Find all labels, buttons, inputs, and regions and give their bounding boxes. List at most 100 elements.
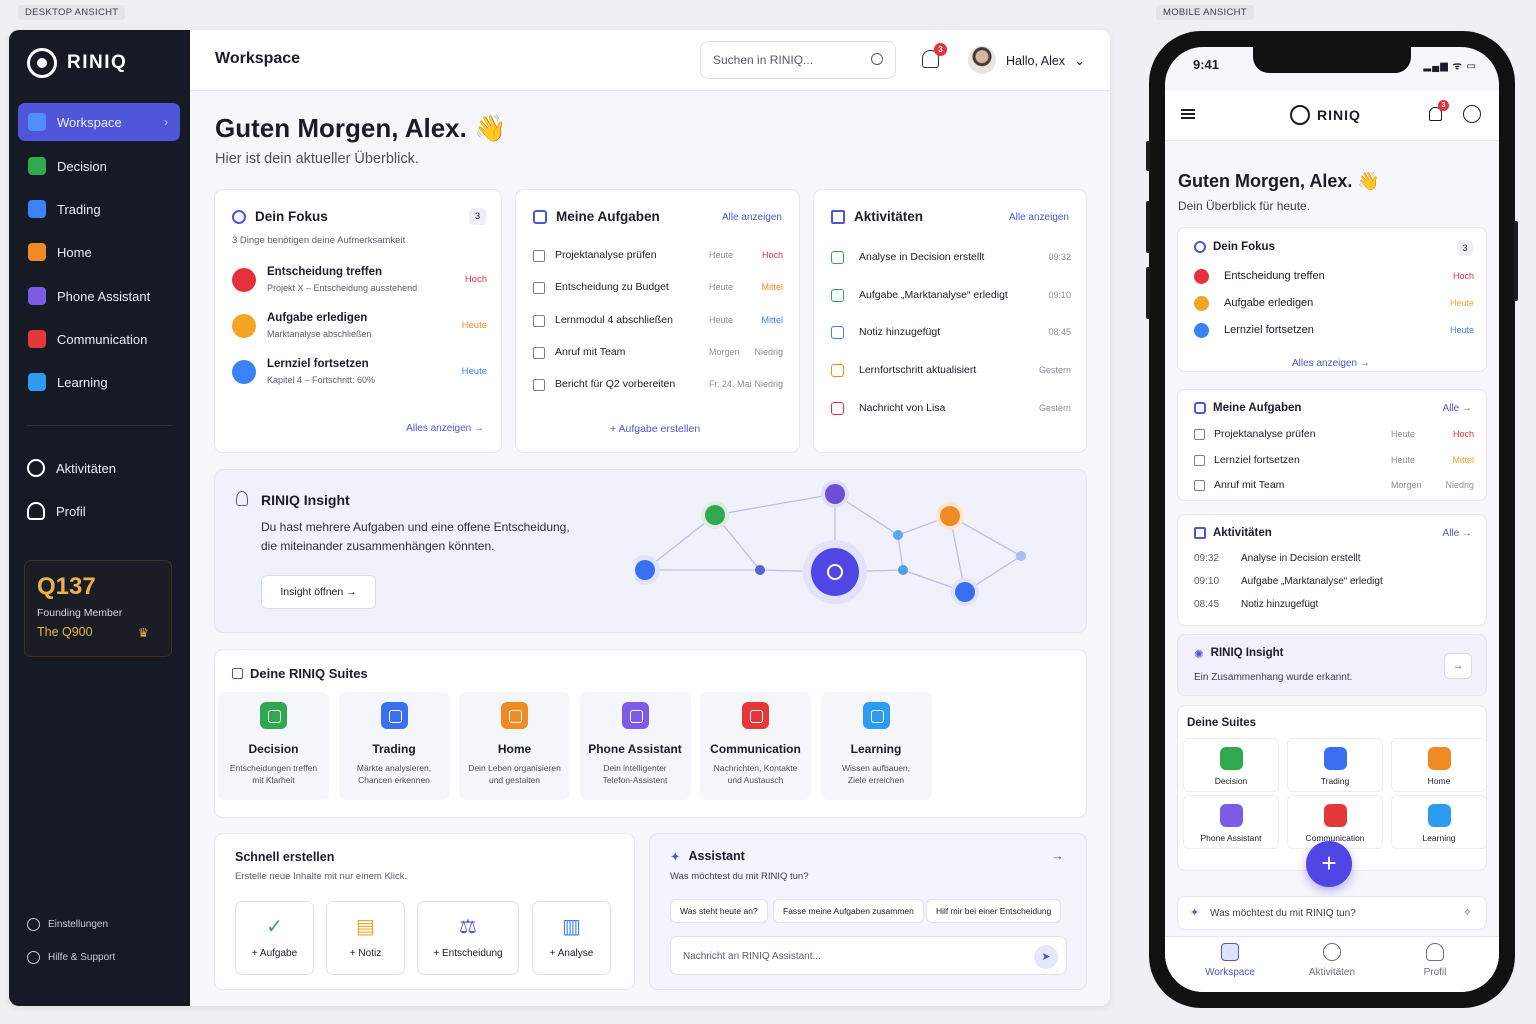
mobile-tab-bar: Workspace Aktivitäten Profil (1165, 936, 1499, 992)
mobile-suites-title: Deine Suites (1187, 717, 1257, 729)
mobile-focus-item[interactable]: Entscheidung treffen Hoch (1194, 269, 1474, 287)
quick-create-button[interactable]: ⚖ + Entscheidung (417, 901, 519, 975)
task-checkbox[interactable] (1194, 429, 1205, 440)
tab-aktivitaeten[interactable]: Aktivitäten (1292, 943, 1372, 978)
quick-create-button[interactable]: ▤ + Notiz (326, 901, 405, 975)
assistant-chip[interactable]: Was steht heute an? (670, 899, 768, 923)
focus-item[interactable]: Lernziel fortsetzen Kapitel 4 – Fortschri… (232, 356, 487, 396)
suite-tile-phone-assistant[interactable]: Phone Assistant Dein intelligenter Telefon… (579, 692, 691, 800)
activity-row[interactable]: Nachricht von Lisa Gestern (831, 401, 1071, 421)
assistant-chip[interactable]: Hilf mir bei einer Entscheidung (926, 899, 1062, 923)
mobile-suite-tile[interactable]: Decision (1183, 738, 1279, 792)
task-title[interactable]: Anruf mit Team (555, 346, 625, 358)
user-menu[interactable]: Hallo, Alex ⌄ (1006, 53, 1085, 68)
desktop-app: RINIQ Workspace › Decision Trading Home Phone… (9, 30, 1110, 1006)
avatar[interactable] (968, 46, 996, 74)
activity-row[interactable]: Analyse in Decision erstellt 09:32 (831, 250, 1071, 270)
brand-logo[interactable]: RINIQ (27, 48, 127, 78)
assistant-chip[interactable]: Fasse meine Aufgaben zusammen (773, 899, 924, 923)
activity-title: Nachricht von Lisa (859, 401, 946, 414)
focus-item[interactable]: Entscheidung treffen Projekt X – Entschei… (232, 264, 487, 304)
sidebar-item-aktivitaeten[interactable]: Aktivitäten (27, 459, 116, 477)
hamburger-menu-icon[interactable] (1181, 109, 1195, 119)
mobile-suite-tile[interactable]: Learning (1391, 795, 1487, 849)
task-title[interactable]: Lernziel fortsetzen (1214, 454, 1300, 466)
sidebar-item-label: Trading (57, 201, 101, 217)
mobile-insight-arrow-button[interactable]: → (1444, 653, 1472, 679)
sidebar-item-communication[interactable]: Communication (18, 320, 180, 358)
task-title[interactable]: Lernmodul 4 abschließen (555, 314, 673, 326)
quick-create-button[interactable]: ✓ + Aufgabe (235, 901, 314, 975)
fab-add-button[interactable]: + (1306, 841, 1352, 887)
tasks-show-all-link[interactable]: Alle anzeigen (722, 212, 782, 223)
tab-profil[interactable]: Profil (1395, 943, 1475, 978)
sidebar-item-workspace[interactable]: Workspace › (18, 103, 180, 141)
mobile-focus-item[interactable]: Aufgabe erledigen Heute (1194, 296, 1474, 314)
communication-icon (28, 330, 46, 348)
activity-row[interactable]: Notiz hinzugefügt 08:45 (831, 325, 1071, 345)
quick-create-button[interactable]: ▥ + Analyse (532, 901, 611, 975)
task-title[interactable]: Bericht für Q2 vorbereiten (555, 378, 675, 390)
focus-item-title: Entscheidung treffen (1224, 270, 1325, 282)
task-checkbox[interactable] (533, 282, 545, 295)
activity-row[interactable]: Lernfortschritt aktualisiert Gestern (831, 363, 1071, 383)
suite-tile-learning[interactable]: Learning Wissen aufbauen, Ziele erreichen (820, 692, 932, 800)
focus-item[interactable]: Aufgabe erledigen Marktanalyse abschließe… (232, 310, 487, 350)
task-checkbox[interactable] (1194, 454, 1205, 466)
insight-open-button[interactable]: Insight öffnen → (261, 575, 376, 609)
mobile-insight-card[interactable]: ✺ RINIQ Insight Ein Zusammenhang wurde er… (1177, 634, 1487, 696)
activity-row[interactable]: Aufgabe „Marktanalyse“ erledigt 09:10 (831, 288, 1071, 308)
task-title[interactable]: Projektanalyse prüfen (555, 249, 657, 261)
task-checkbox[interactable] (1194, 480, 1205, 491)
help-icon (27, 951, 40, 964)
mobile-tasks-card: Meine Aufgaben Alle → Projektanalyse prü… (1177, 389, 1487, 501)
suite-tile-communication[interactable]: Communication Nachrichten, Kontakte und Au… (700, 692, 811, 800)
focus-item-icon (1194, 323, 1209, 338)
activity-title: Lernfortschritt aktualisiert (859, 364, 977, 377)
mobile-ask-input[interactable]: ✦ Was möchtest du mit RINIQ tun? ✧ (1177, 896, 1487, 930)
create-task-link[interactable]: + Aufgabe erstellen (610, 423, 700, 435)
mobile-suite-tile[interactable]: Phone Assistant (1183, 795, 1279, 849)
task-checkbox[interactable] (533, 250, 545, 262)
task-title[interactable]: Entscheidung zu Budget (555, 281, 669, 293)
assistant-message-input[interactable]: Nachricht an RINIQ Assistant... ➤ (670, 936, 1067, 975)
sidebar-item-profil[interactable]: Profil (27, 502, 86, 520)
tab-workspace[interactable]: Workspace (1190, 943, 1270, 978)
suite-name: Decision (1214, 776, 1248, 786)
task-checkbox[interactable] (533, 346, 545, 359)
send-icon[interactable]: ➤ (1034, 945, 1058, 969)
mobile-tasks-show-all[interactable]: Alle → (1443, 403, 1472, 414)
profile-icon[interactable] (1463, 105, 1481, 123)
assistant-open-arrow-icon[interactable]: → (1051, 848, 1064, 863)
mobile-activity-row[interactable]: 09:32 Analyse in Decision erstellt (1194, 553, 1474, 571)
task-checkbox[interactable] (533, 379, 545, 392)
sidebar-item-decision[interactable]: Decision (18, 147, 180, 185)
settings-link[interactable]: Einstellungen (27, 918, 108, 931)
sidebar-item-trading[interactable]: Trading (18, 190, 180, 228)
mobile-suite-tile[interactable]: Trading (1287, 738, 1383, 792)
member-card[interactable]: Q137 Founding Member The Q900 ♛ (24, 560, 172, 657)
suite-tile-trading[interactable]: Trading Märkte analysieren, Chancen erkenn… (338, 692, 450, 800)
suite-tile-home[interactable]: Home Dein Leben organisieren und gestalten (459, 692, 570, 800)
activity-time: Gestern (1038, 365, 1071, 376)
mobile-focus-item[interactable]: Lernziel fortsetzen Heute (1194, 323, 1474, 341)
sidebar-item-learning[interactable]: Learning (18, 363, 180, 401)
suite-tile-decision[interactable]: Decision Entscheidungen treffen mit Klarhe… (218, 692, 329, 800)
task-title[interactable]: Anruf mit Team (1214, 479, 1284, 491)
mobile-activity-row[interactable]: 09:10 Aufgabe „Marktanalyse“ erledigt (1194, 576, 1474, 594)
help-link[interactable]: Hilfe & Support (27, 951, 115, 964)
task-title[interactable]: Projektanalyse prüfen (1214, 428, 1316, 440)
task-checkbox[interactable] (533, 314, 545, 327)
activity-type-icon (831, 364, 844, 378)
mobile-activity-row[interactable]: 08:45 Notiz hinzugefügt (1194, 599, 1474, 617)
sidebar-item-phone-assistant[interactable]: Phone Assistant (18, 277, 180, 315)
assistant-panel: ✦ Assistant → Was möchtest du mit RINIQ t… (649, 833, 1087, 990)
mobile-focus-show-all[interactable]: Alles anzeigen → (1292, 358, 1370, 369)
mobile-subtitle: Dein Überblick für heute. (1178, 199, 1311, 213)
sidebar-item-home[interactable]: Home (18, 233, 180, 271)
mobile-suite-tile[interactable]: Home (1391, 738, 1487, 792)
focus-show-all-link[interactable]: Alles anzeigen → (406, 423, 484, 434)
mobile-activities-show-all[interactable]: Alle → (1443, 528, 1472, 539)
activities-show-all-link[interactable]: Alle anzeigen (1009, 212, 1069, 223)
search-input[interactable]: Suchen in RINIQ... (700, 41, 896, 79)
